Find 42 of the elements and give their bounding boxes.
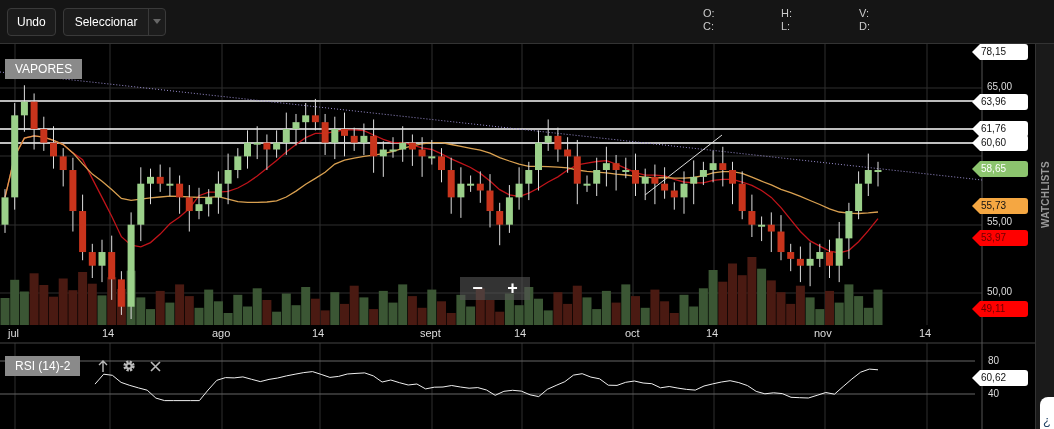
select-dropdown[interactable]: Seleccionar	[62, 7, 167, 36]
undo-button[interactable]: Undo	[7, 7, 56, 36]
ohlc-label: O:	[703, 7, 716, 20]
price-tag: 49,11	[972, 301, 1028, 317]
zoom-out-button[interactable]: −	[460, 277, 495, 300]
axis-label: 14	[514, 327, 527, 340]
symbol-label: VAPORES	[5, 59, 83, 79]
ohlc-label: V:	[859, 7, 870, 20]
axis-label: 40	[988, 388, 1000, 400]
select-label: Seleccionar	[63, 8, 150, 35]
help-widget[interactable]: ¿	[1040, 397, 1054, 429]
sidebar-tab[interactable]: WATCHLISTS	[1037, 160, 1053, 228]
zoom-in-button[interactable]: +	[495, 277, 530, 300]
indicator-label: RSI (14)-2	[5, 356, 81, 376]
ohlc-label: D:	[859, 20, 871, 33]
price-tag: 60,60	[972, 135, 1028, 151]
axis-label: 55,00	[987, 216, 1013, 228]
price-tag: 61,76	[972, 121, 1028, 137]
close-icon[interactable]	[150, 360, 161, 372]
axis-label: sept	[420, 327, 441, 340]
axis-label: nov	[814, 327, 832, 340]
axis-label: 50,00	[987, 286, 1013, 298]
axis-label: jul	[8, 327, 19, 340]
axis-label: 14	[706, 327, 719, 340]
price-tag: 55,73	[972, 198, 1028, 214]
axis-label: 65,00	[987, 81, 1013, 93]
settings-icon[interactable]	[122, 359, 136, 373]
arrow-up-icon[interactable]	[98, 360, 108, 372]
axis-label: 14	[102, 327, 115, 340]
axis-label: 80	[988, 355, 1000, 367]
price-tag: 53,97	[972, 230, 1028, 246]
axis-label: 14	[919, 327, 932, 340]
price-tag: 78,15	[972, 44, 1028, 60]
price-tag: 58,65	[972, 161, 1028, 177]
axis-label: 14	[312, 327, 325, 340]
ohlc-label: H:	[781, 7, 793, 20]
axis-label: oct	[625, 327, 640, 340]
price-tag: 63,96	[972, 94, 1028, 110]
price-tag: 60,62	[972, 370, 1028, 386]
axis-label: ago	[212, 327, 231, 340]
ohlc-label: L:	[781, 20, 792, 33]
ohlc-label: C:	[703, 20, 715, 33]
